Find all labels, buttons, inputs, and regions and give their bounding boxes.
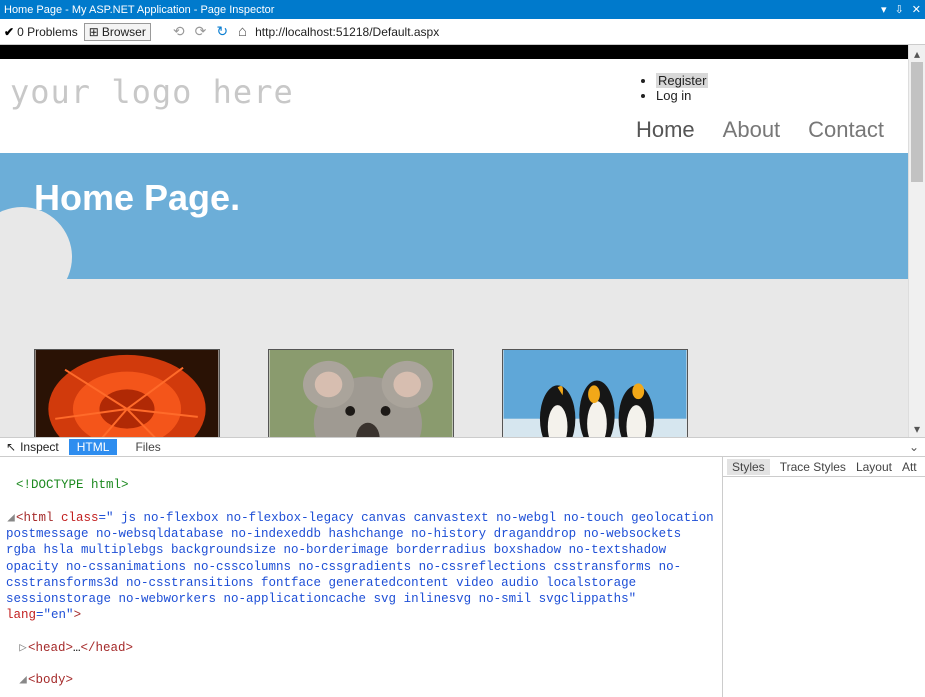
nav-home-icon[interactable]: ⌂: [236, 23, 249, 40]
page-viewport: your logo here Register Log in Home Abou…: [0, 45, 908, 437]
collapse-icon[interactable]: ⌄: [909, 440, 919, 454]
tab-trace-styles[interactable]: Trace Styles: [780, 460, 846, 474]
styles-pane: Styles Trace Styles Layout Att: [722, 457, 925, 697]
src-doctype: <!DOCTYPE html>: [16, 478, 129, 492]
scroll-up-icon[interactable]: ▴: [909, 45, 925, 62]
vertical-scrollbar[interactable]: ▴ ▾: [908, 45, 925, 437]
gallery: [0, 279, 908, 437]
tab-styles[interactable]: Styles: [727, 459, 770, 475]
thumb-flower[interactable]: [34, 349, 220, 437]
toolbar: ✔ 0 Problems ⊞ Browser ⟲ ⟳ ↻ ⌂ http://lo…: [0, 19, 925, 45]
close-icon[interactable]: ✕: [912, 3, 921, 16]
inspect-button[interactable]: ↖ Inspect: [6, 440, 59, 454]
dropdown-icon[interactable]: ▾: [881, 3, 887, 16]
tab-attributes[interactable]: Att: [902, 460, 917, 474]
twisty-icon[interactable]: ◢: [18, 672, 28, 688]
banner-title: Home Page.: [34, 177, 874, 219]
inspect-label: Inspect: [20, 440, 59, 454]
browser-label: Browser: [102, 25, 146, 39]
nav-home[interactable]: Home: [636, 117, 695, 143]
register-link[interactable]: Register: [656, 73, 708, 88]
twisty-icon[interactable]: ◢: [6, 510, 16, 526]
browser-button[interactable]: ⊞ Browser: [84, 23, 151, 41]
inspect-icon: ↖: [6, 440, 16, 454]
main-nav: Home About Contact: [636, 117, 884, 143]
thumb-koala[interactable]: [268, 349, 454, 437]
scroll-thumb[interactable]: [911, 62, 923, 182]
nav-contact[interactable]: Contact: [808, 117, 884, 143]
scroll-down-icon[interactable]: ▾: [909, 420, 925, 437]
window-title: Home Page - My ASP.NET Application - Pag…: [4, 4, 881, 16]
tab-html[interactable]: HTML: [69, 439, 118, 455]
problems-text: 0 Problems: [17, 25, 78, 39]
nav-back-icon[interactable]: ⟲: [171, 23, 187, 40]
scroll-track[interactable]: [909, 62, 925, 420]
login-link[interactable]: Log in: [656, 88, 691, 103]
problems-button[interactable]: ✔ 0 Problems: [4, 25, 78, 39]
black-strip: [0, 45, 908, 59]
url-field[interactable]: http://localhost:51218/Default.aspx: [255, 25, 439, 39]
pin-icon[interactable]: ⇩: [895, 3, 904, 16]
viewport-wrapper: your logo here Register Log in Home Abou…: [0, 45, 925, 437]
browser-icon: ⊞: [89, 25, 99, 39]
thumb-penguins[interactable]: [502, 349, 688, 437]
nav-refresh-icon[interactable]: ↻: [214, 23, 230, 40]
page-header: your logo here Register Log in Home Abou…: [0, 59, 908, 153]
tab-layout[interactable]: Layout: [856, 460, 892, 474]
logo-text: your logo here: [10, 73, 294, 111]
window-titlebar: Home Page - My ASP.NET Application - Pag…: [0, 0, 925, 19]
account-links: Register Log in: [636, 73, 884, 103]
inspector-header: ↖ Inspect HTML Files ⌄: [0, 437, 925, 457]
source-pane[interactable]: <!DOCTYPE html> ◢<html class=" js no-fle…: [0, 457, 722, 697]
nav-about[interactable]: About: [723, 117, 781, 143]
twisty-icon[interactable]: ▷: [18, 640, 28, 656]
nav-forward-icon[interactable]: ⟳: [193, 23, 209, 40]
check-icon: ✔: [4, 25, 14, 39]
tab-files[interactable]: Files: [127, 439, 168, 455]
banner: Home Page.: [0, 153, 908, 279]
inspector-body: <!DOCTYPE html> ◢<html class=" js no-fle…: [0, 457, 925, 697]
